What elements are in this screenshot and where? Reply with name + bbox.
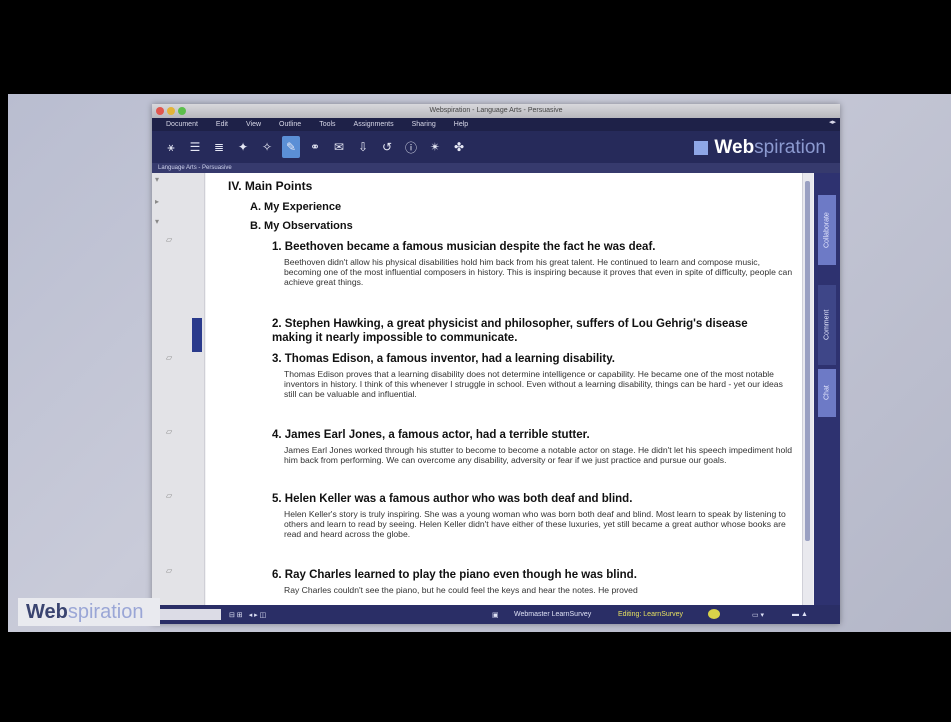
- menu-outline[interactable]: Outline: [279, 121, 301, 128]
- toolbar: ⚹ ☰ ≣ ✦ ✧ ✎ ⚭ ✉ ⇩ ↺ ⓘ ✴ ✤ Webspiration: [152, 131, 840, 163]
- magic-wand-icon[interactable]: ✴: [426, 136, 444, 158]
- point-note[interactable]: Helen Keller's story is truly inspiring.…: [284, 509, 794, 540]
- logo-text-web: Web: [714, 137, 755, 158]
- user-icon: ▣: [492, 611, 499, 619]
- outline-view: ▾ ▸ ▾ ▱ ▱ ▱ ▱ ▱ IV. Main Points A. My Ex…: [152, 173, 840, 605]
- note-marker-icon[interactable]: ▱: [166, 566, 172, 575]
- note-marker-icon[interactable]: ▱: [166, 353, 172, 362]
- fit-icon[interactable]: ▬ ▲: [792, 611, 808, 618]
- puzzle-icon[interactable]: ✤: [450, 136, 468, 158]
- menu-bar: Document Edit View Outline Tools Assignm…: [152, 118, 840, 131]
- chat-tab-label: Chat: [823, 385, 831, 401]
- presence-indicator-icon: [708, 609, 720, 619]
- zoom-window-button[interactable]: [178, 107, 186, 115]
- menu-document[interactable]: Document: [166, 121, 198, 128]
- point-title[interactable]: 6. Ray Charles learned to play the piano…: [272, 569, 637, 581]
- resize-arrows-icon[interactable]: ◂▸: [829, 118, 836, 126]
- main-heading[interactable]: IV. Main Points: [228, 179, 312, 193]
- menu-tools[interactable]: Tools: [319, 121, 335, 128]
- window-controls: [156, 107, 186, 115]
- comment-tab-label: Comment: [823, 309, 831, 341]
- document-tab[interactable]: Language Arts - Persuasive: [152, 163, 840, 173]
- close-window-button[interactable]: [156, 107, 164, 115]
- view-controls-icon[interactable]: ◂ ▸ ◫: [249, 611, 267, 619]
- point-note[interactable]: Ray Charles couldn't see the piano, but …: [284, 585, 794, 595]
- point-title[interactable]: 3. Thomas Edison, a famous inventor, had…: [272, 353, 615, 365]
- link-icon[interactable]: ⚭: [306, 136, 324, 158]
- outline-gutter: ▾ ▸ ▾ ▱ ▱ ▱ ▱ ▱: [152, 173, 205, 605]
- point-title[interactable]: 1. Beethoven became a famous musician de…: [272, 241, 655, 253]
- undo-icon[interactable]: ↺: [378, 136, 396, 158]
- menu-edit[interactable]: Edit: [216, 121, 228, 128]
- collaborate-tab-label: Collaborate: [823, 212, 831, 248]
- subheading-b[interactable]: B. My Observations: [250, 220, 353, 232]
- window-titlebar: Webspiration - Language Arts - Persuasiv…: [152, 104, 840, 118]
- logo-text-spiration: spiration: [754, 137, 826, 158]
- menu-assignments[interactable]: Assignments: [354, 121, 394, 128]
- watermark-logo: Web spiration: [18, 598, 160, 626]
- collapse-arrow-icon[interactable]: ▾: [155, 217, 159, 226]
- comment-tab[interactable]: Comment: [818, 285, 836, 365]
- subheading-a[interactable]: A. My Experience: [250, 201, 341, 213]
- add-topic-icon[interactable]: ✦: [234, 136, 252, 158]
- point-note[interactable]: Beethoven didn't allow his physical disa…: [284, 257, 794, 288]
- editing-status: Editing: LearnSurvey: [618, 611, 683, 618]
- expand-arrow-icon[interactable]: ▸: [155, 197, 159, 206]
- outline-icon[interactable]: ≣: [210, 136, 228, 158]
- comment-icon[interactable]: ✉: [330, 136, 348, 158]
- point-title[interactable]: 5. Helen Keller was a famous author who …: [272, 493, 632, 505]
- point-title[interactable]: 4. James Earl Jones, a famous actor, had…: [272, 429, 590, 441]
- window-title: Webspiration - Language Arts - Persuasiv…: [429, 107, 563, 114]
- note-marker-icon[interactable]: ▱: [166, 427, 172, 436]
- app-logo: Webspiration: [694, 137, 826, 159]
- video-letterbox-bottom: [0, 632, 951, 722]
- app-window: Webspiration - Language Arts - Persuasiv…: [152, 104, 840, 624]
- minimize-window-button[interactable]: [167, 107, 175, 115]
- note-marker-icon[interactable]: ▱: [166, 235, 172, 244]
- note-icon[interactable]: ✎: [282, 136, 300, 158]
- scrollbar-thumb[interactable]: [805, 181, 810, 541]
- collapse-arrow-icon[interactable]: ▾: [155, 175, 159, 184]
- point-title[interactable]: 2. Stephen Hawking, a great physicist an…: [272, 317, 772, 345]
- watermark-text-spiration: spiration: [67, 600, 144, 623]
- zoom-select[interactable]: ▭ ▾: [752, 611, 764, 619]
- selected-row-indicator: [192, 318, 202, 352]
- chat-tab[interactable]: Chat: [818, 369, 836, 417]
- point-note[interactable]: James Earl Jones worked through his stut…: [284, 445, 794, 465]
- diagram-icon[interactable]: ⚹: [162, 136, 180, 158]
- outline-document[interactable]: IV. Main Points A. My Experience B. My O…: [206, 173, 802, 605]
- vertical-scrollbar[interactable]: [802, 173, 813, 605]
- point-note[interactable]: Thomas Edison proves that a learning dis…: [284, 369, 794, 400]
- logo-square-icon: [694, 141, 709, 155]
- watermark-text-web: Web: [26, 600, 68, 623]
- list-icon[interactable]: ☰: [186, 136, 204, 158]
- menu-help[interactable]: Help: [454, 121, 468, 128]
- status-bar: ⊟ ⊞ ◂ ▸ ◫ ▣ Webmaster LearnSurvey Editin…: [152, 605, 840, 624]
- menu-view[interactable]: View: [246, 121, 261, 128]
- note-marker-icon[interactable]: ▱: [166, 491, 172, 500]
- menu-sharing[interactable]: Sharing: [412, 121, 436, 128]
- author-status: Webmaster LearnSurvey: [514, 611, 592, 618]
- transfer-icon[interactable]: ⇩: [354, 136, 372, 158]
- zoom-control-icon[interactable]: ⊟ ⊞: [229, 611, 243, 619]
- collaborate-tab[interactable]: Collaborate: [818, 195, 836, 265]
- video-letterbox-top: [0, 0, 951, 94]
- font-field[interactable]: [158, 609, 221, 620]
- info-icon[interactable]: ⓘ: [402, 136, 420, 158]
- add-subtopic-icon[interactable]: ✧: [258, 136, 276, 158]
- side-panel: Collaborate Comment Chat: [814, 173, 840, 605]
